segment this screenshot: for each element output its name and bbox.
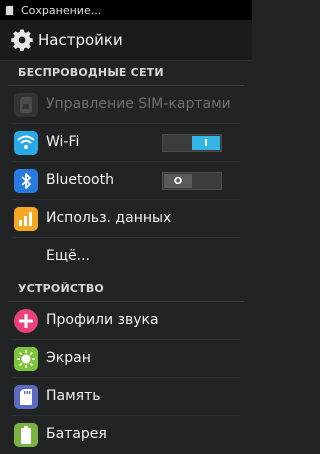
settings-item-label: Профили звука bbox=[46, 312, 159, 328]
battery-icon bbox=[14, 423, 38, 447]
action-bar: Настройки bbox=[0, 20, 252, 61]
section-label-device: УСТРОЙСТВО bbox=[18, 282, 104, 295]
section-wireless: БЕСПРОВОДНЫЕ СЕТИ bbox=[0, 60, 252, 86]
toggle-knob: I bbox=[192, 136, 220, 150]
settings-item-label: Использ. данных bbox=[46, 210, 172, 226]
settings-item-more[interactable]: Ещё... bbox=[0, 238, 252, 276]
settings-item-label: Wi-Fi bbox=[46, 134, 80, 150]
data-usage-icon bbox=[14, 207, 38, 231]
toggle-glyph: O bbox=[173, 175, 183, 187]
wifi-toggle[interactable]: I bbox=[162, 134, 222, 152]
status-text: Сохранение... bbox=[21, 3, 102, 17]
page-title: Настройки bbox=[38, 31, 123, 49]
settings-item-label: Управление SIM-картами bbox=[46, 96, 231, 112]
settings-item-label: Ещё... bbox=[46, 248, 90, 264]
sound-profiles-icon bbox=[14, 309, 38, 333]
section-label-wireless: БЕСПРОВОДНЫЕ СЕТИ bbox=[18, 66, 164, 79]
settings-item-label: Экран bbox=[46, 350, 91, 366]
toggle-glyph: I bbox=[204, 137, 208, 149]
settings-item-data-usage[interactable]: Использ. данных bbox=[0, 200, 252, 238]
display-icon bbox=[14, 347, 38, 371]
status-bar: Сохранение... bbox=[0, 0, 252, 20]
settings-item-label: Bluetooth bbox=[46, 172, 114, 188]
bluetooth-toggle[interactable]: O bbox=[162, 172, 222, 190]
bluetooth-icon bbox=[14, 169, 38, 193]
section-device: УСТРОЙСТВО bbox=[0, 276, 252, 302]
settings-item-sound-profiles[interactable]: Профили звука bbox=[0, 302, 252, 340]
wifi-icon bbox=[14, 131, 38, 155]
sim-card-icon bbox=[14, 93, 38, 117]
gear-icon[interactable] bbox=[10, 28, 34, 52]
toggle-knob: O bbox=[164, 174, 192, 188]
settings-item-wifi[interactable]: Wi-Fi I bbox=[0, 124, 252, 162]
settings-item-label: Память bbox=[46, 388, 101, 404]
settings-item-display[interactable]: Экран bbox=[0, 340, 252, 378]
sd-card-icon bbox=[5, 5, 14, 15]
settings-item-battery[interactable]: Батарея bbox=[0, 416, 252, 454]
settings-item-sim[interactable]: Управление SIM-картами bbox=[0, 86, 252, 124]
settings-item-storage[interactable]: Память bbox=[0, 378, 252, 416]
settings-item-bluetooth[interactable]: Bluetooth O bbox=[0, 162, 252, 200]
settings-item-label: Батарея bbox=[46, 426, 107, 442]
storage-icon bbox=[14, 385, 38, 409]
